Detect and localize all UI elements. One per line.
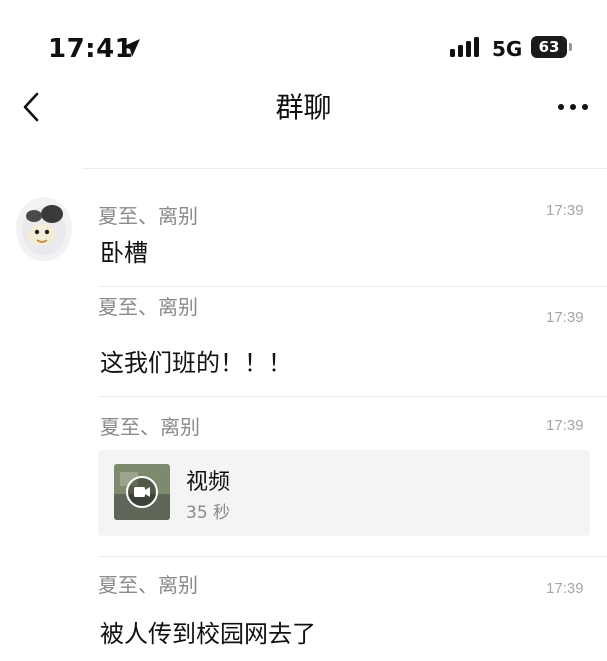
message-sender: 夏至、离别 xyxy=(98,295,198,319)
message-time: 17:39 xyxy=(546,580,584,597)
video-thumbnail xyxy=(114,464,170,520)
message-text[interactable]: 被人传到校园网去了 xyxy=(100,614,316,649)
avatar-cartoon-icon xyxy=(22,205,66,255)
video-title: 视频 xyxy=(186,470,231,495)
divider xyxy=(98,286,607,287)
message-time: 17:39 xyxy=(546,309,584,326)
message-sender: 夏至、离别 xyxy=(98,573,198,597)
message-text[interactable]: 这我们班的！！！ xyxy=(100,343,292,378)
more-options-icon[interactable] xyxy=(556,92,590,122)
location-arrow-icon xyxy=(122,39,140,57)
video-duration: 35 秒 xyxy=(186,503,231,523)
message-time: 17:39 xyxy=(546,202,584,219)
video-message-card[interactable]: 视频 35 秒 xyxy=(98,450,590,536)
network-type: 5G xyxy=(492,37,523,61)
message-sender: 夏至、离别 xyxy=(100,415,200,439)
video-camera-icon xyxy=(134,487,145,497)
avatar[interactable] xyxy=(16,197,72,261)
message-text[interactable]: 卧槽 xyxy=(100,233,148,268)
message-sender: 夏至、离别 xyxy=(98,204,198,228)
signal-bars-icon xyxy=(450,37,479,57)
nav-bar: 群聊 xyxy=(0,80,607,140)
divider xyxy=(82,168,607,169)
video-thumbnail-image xyxy=(114,464,170,520)
status-bar: 17:41 5G 63 xyxy=(0,0,607,90)
battery-tip xyxy=(569,43,572,51)
battery-icon: 63 xyxy=(531,36,567,58)
page-title: 群聊 xyxy=(275,91,332,124)
divider xyxy=(98,396,607,397)
message-time: 17:39 xyxy=(546,417,584,434)
divider xyxy=(98,556,607,557)
battery-level: 63 xyxy=(538,38,560,56)
